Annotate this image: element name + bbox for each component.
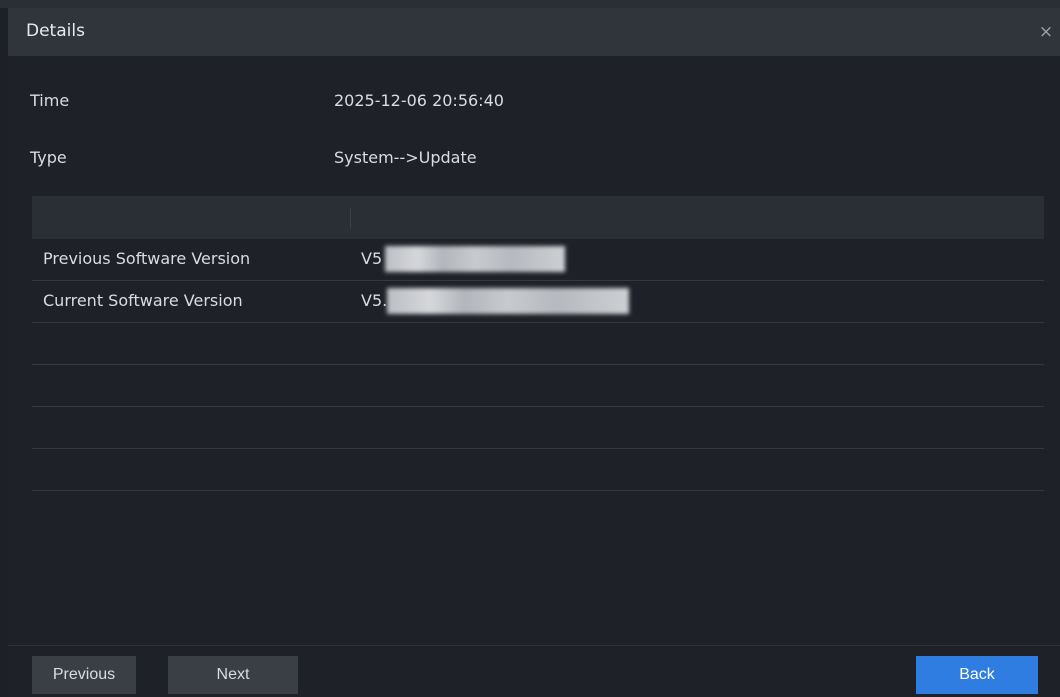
time-value: 2025-12-06 20:56:40 <box>334 91 504 110</box>
dialog-footer: Previous Next Back <box>8 645 1060 697</box>
table-row <box>32 365 1044 407</box>
title-bar: Details × <box>8 8 1060 56</box>
details-dialog: Details × Time 2025-12-06 20:56:40 Type … <box>0 0 1060 697</box>
previous-version-value: V5 <box>361 249 383 268</box>
table-row: Current Software Version V5. <box>32 281 1044 323</box>
dialog-body: Time 2025-12-06 20:56:40 Type System-->U… <box>8 56 1060 645</box>
table-row <box>32 449 1044 491</box>
table-header <box>32 196 1044 239</box>
type-value: System-->Update <box>334 148 477 167</box>
background-strip <box>0 0 1060 8</box>
details-table: Previous Software Version V5 Current Sof… <box>32 196 1044 491</box>
table-row: Previous Software Version V5 <box>32 239 1044 281</box>
type-label: Type <box>30 148 67 167</box>
redacted-current-version <box>387 288 629 314</box>
current-version-value: V5. <box>361 291 388 310</box>
previous-version-label: Previous Software Version <box>43 249 251 268</box>
previous-button[interactable]: Previous <box>32 656 136 694</box>
time-label: Time <box>30 91 70 110</box>
close-icon[interactable]: × <box>1036 20 1056 44</box>
back-button[interactable]: Back <box>916 656 1038 694</box>
table-row <box>32 323 1044 365</box>
column-divider <box>350 208 351 228</box>
current-version-label: Current Software Version <box>43 291 243 310</box>
table-row <box>32 407 1044 449</box>
redacted-previous-version <box>385 246 565 272</box>
next-button[interactable]: Next <box>168 656 298 694</box>
dialog-title: Details <box>26 21 85 41</box>
